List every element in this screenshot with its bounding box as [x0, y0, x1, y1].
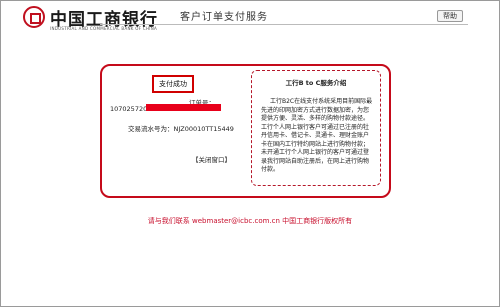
transaction-number: 交易流水号为：NJZ00010TT15449	[128, 123, 234, 133]
icbc-logo-icon	[23, 6, 45, 28]
header-divider	[100, 24, 468, 25]
help-button[interactable]: 帮助	[437, 10, 463, 22]
bank-name-en: INDUSTRIAL AND COMMERCIAL BANK OF CHINA	[50, 26, 158, 31]
payment-success-status: 支付成功	[152, 75, 194, 93]
service-intro-title: 工行B to C服务介绍	[285, 79, 347, 87]
service-intro-text: 工行B2C在线支付系统采用目前国际最先进的印网加密方式进行数据加密，为您提供方便…	[261, 98, 373, 173]
service-intro-box: 工行B to C服务介绍 工行B2C在线支付系统采用目前国际最先进的印网加密方式…	[251, 70, 381, 186]
close-window-link[interactable]: 【关闭窗口】	[192, 154, 231, 164]
footer-copyright: 请与我们联系 webmaster@icbc.com.cn 中国工商银行版权所有	[147, 217, 353, 225]
redaction-bar	[146, 104, 221, 111]
service-title: 客户订单支付服务	[180, 12, 268, 23]
transaction-number-value: NJZ00010TT15449	[173, 125, 234, 133]
payment-result-panel: 支付成功 订单号： 1070257200 交易流水号为：NJZ00010TT15…	[100, 64, 391, 198]
transaction-number-label: 交易流水号为：	[128, 125, 174, 133]
